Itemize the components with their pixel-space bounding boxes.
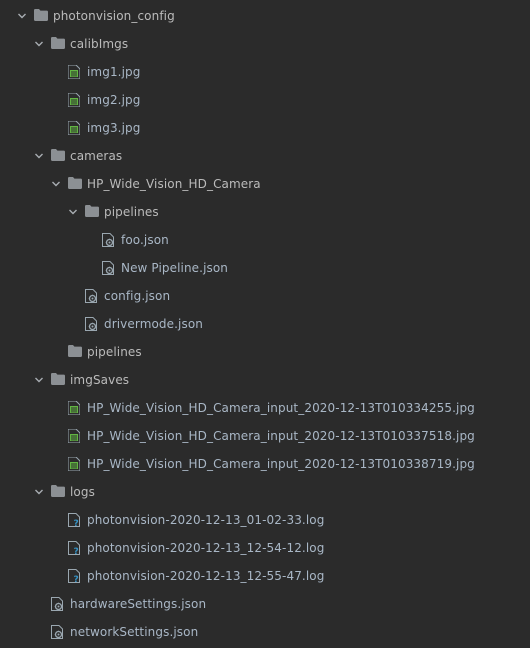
svg-text:?: ?: [74, 547, 79, 555]
tree-item-label: HP_Wide_Vision_HD_Camera_input_2020-12-1…: [87, 429, 475, 443]
tree-folder-row[interactable]: pipelines: [0, 338, 530, 366]
chevron-down-icon[interactable]: [33, 150, 45, 162]
tree-folder-row[interactable]: photonvision_config: [0, 2, 530, 30]
tree-file-row[interactable]: img2.jpg: [0, 86, 530, 114]
tree-item-label: photonvision-2020-12-13_12-55-47.log: [87, 569, 325, 583]
tree-item-label: img2.jpg: [87, 93, 141, 107]
chevron-down-icon[interactable]: [50, 178, 62, 190]
image-file-icon: [68, 93, 82, 107]
tree-item-label: imgSaves: [70, 373, 130, 387]
tree-item-label: photonvision-2020-12-13_12-54-12.log: [87, 541, 325, 555]
folder-icon: [85, 205, 99, 219]
tree-folder-row[interactable]: logs: [0, 478, 530, 506]
folder-icon: [34, 9, 48, 23]
tree-file-row[interactable]: img1.jpg: [0, 58, 530, 86]
image-file-icon: [68, 429, 82, 443]
tree-file-row[interactable]: ? photonvision-2020-12-13_12-54-12.log: [0, 534, 530, 562]
project-tree: photonvision_config calibImgs img1.jpg img2…: [0, 0, 530, 646]
tree-item-label: calibImgs: [70, 37, 129, 51]
folder-icon: [51, 373, 65, 387]
tree-item-label: cameras: [70, 149, 123, 163]
chevron-down-icon[interactable]: [16, 10, 28, 22]
tree-item-label: HP_Wide_Vision_HD_Camera: [87, 177, 261, 191]
tree-item-label: networkSettings.json: [70, 625, 199, 639]
unknown-file-icon: ?: [68, 513, 82, 527]
tree-item-label: img1.jpg: [87, 65, 141, 79]
chevron-down-icon[interactable]: [33, 38, 45, 50]
tree-file-row[interactable]: networkSettings.json: [0, 618, 530, 646]
folder-icon: [68, 177, 82, 191]
tree-file-row[interactable]: HP_Wide_Vision_HD_Camera_input_2020-12-1…: [0, 422, 530, 450]
json-file-icon: [51, 625, 65, 639]
tree-folder-row[interactable]: calibImgs: [0, 30, 530, 58]
image-file-icon: [68, 121, 82, 135]
tree-file-row[interactable]: config.json: [0, 282, 530, 310]
tree-file-row[interactable]: HP_Wide_Vision_HD_Camera_input_2020-12-1…: [0, 394, 530, 422]
svg-text:?: ?: [74, 575, 79, 583]
tree-item-label: photonvision_config: [53, 9, 175, 23]
chevron-down-icon[interactable]: [33, 486, 45, 498]
tree-item-label: HP_Wide_Vision_HD_Camera_input_2020-12-1…: [87, 401, 475, 415]
chevron-down-icon[interactable]: [67, 206, 79, 218]
tree-item-label: HP_Wide_Vision_HD_Camera_input_2020-12-1…: [87, 457, 475, 471]
tree-item-label: hardwareSettings.json: [70, 597, 207, 611]
json-file-icon: [102, 233, 116, 247]
tree-folder-row[interactable]: imgSaves: [0, 366, 530, 394]
tree-folder-row[interactable]: cameras: [0, 142, 530, 170]
folder-icon: [51, 485, 65, 499]
tree-file-row[interactable]: ? photonvision-2020-12-13_12-55-47.log: [0, 562, 530, 590]
folder-icon: [68, 345, 82, 359]
tree-item-label: pipelines: [87, 345, 142, 359]
tree-folder-row[interactable]: HP_Wide_Vision_HD_Camera: [0, 170, 530, 198]
tree-item-label: pipelines: [104, 205, 159, 219]
tree-file-row[interactable]: foo.json: [0, 226, 530, 254]
tree-item-label: config.json: [104, 289, 171, 303]
tree-item-label: photonvision-2020-12-13_01-02-33.log: [87, 513, 325, 527]
image-file-icon: [68, 65, 82, 79]
tree-item-label: foo.json: [121, 233, 169, 247]
tree-item-label: New Pipeline.json: [121, 261, 228, 275]
svg-text:?: ?: [74, 519, 79, 527]
image-file-icon: [68, 457, 82, 471]
tree-item-label: logs: [70, 485, 95, 499]
tree-file-row[interactable]: ? photonvision-2020-12-13_01-02-33.log: [0, 506, 530, 534]
unknown-file-icon: ?: [68, 541, 82, 555]
tree-item-label: drivermode.json: [104, 317, 203, 331]
tree-item-label: img3.jpg: [87, 121, 141, 135]
image-file-icon: [68, 401, 82, 415]
json-file-icon: [85, 289, 99, 303]
json-file-icon: [102, 261, 116, 275]
unknown-file-icon: ?: [68, 569, 82, 583]
tree-folder-row[interactable]: pipelines: [0, 198, 530, 226]
folder-icon: [51, 149, 65, 163]
tree-file-row[interactable]: HP_Wide_Vision_HD_Camera_input_2020-12-1…: [0, 450, 530, 478]
tree-file-row[interactable]: drivermode.json: [0, 310, 530, 338]
tree-file-row[interactable]: hardwareSettings.json: [0, 590, 530, 618]
chevron-down-icon[interactable]: [33, 374, 45, 386]
folder-icon: [51, 37, 65, 51]
json-file-icon: [51, 597, 65, 611]
tree-file-row[interactable]: New Pipeline.json: [0, 254, 530, 282]
json-file-icon: [85, 317, 99, 331]
tree-file-row[interactable]: img3.jpg: [0, 114, 530, 142]
